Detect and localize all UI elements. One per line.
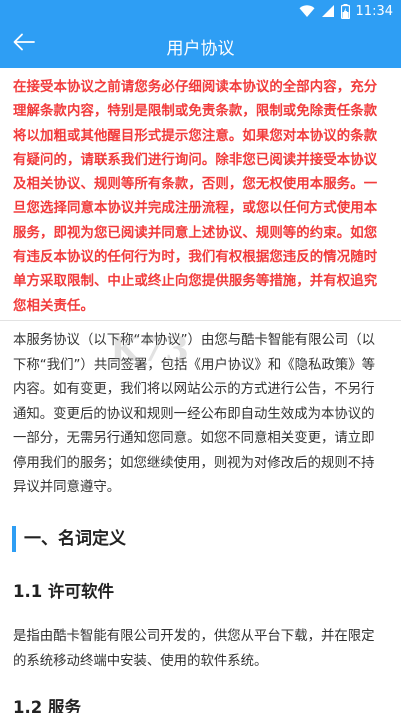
signal-icon xyxy=(321,5,334,17)
agreement-content[interactable]: 在接受本协议之前请您务必仔细阅读本协议的全部内容，充分理解条款内容，特别是限制或… xyxy=(0,68,401,713)
wifi-icon xyxy=(299,4,315,17)
subsection-paragraph: 是指由酷卡智能有限公司开发的，供您从平台下载，并在限定的系统移动终端中安装、使用… xyxy=(13,629,375,669)
intro-paragraph: 本服务协议（以下称“本协议”）由您与酷卡智能有限公司（以下称“我们”）共同签署，… xyxy=(13,333,376,495)
status-bar: 11:34 xyxy=(0,0,401,22)
battery-icon xyxy=(340,3,350,19)
subsection-heading-2: 1.2 服务 xyxy=(13,698,81,713)
warning-paragraph: 在接受本协议之前请您务必仔细阅读本协议的全部内容，充分理解条款内容，特别是限制或… xyxy=(13,80,378,314)
status-time: 11:34 xyxy=(355,3,393,19)
page-title: 用户协议 xyxy=(166,39,235,59)
status-icons: 11:34 xyxy=(299,3,393,19)
subsection-heading: 1.1 许可软件 xyxy=(13,582,114,601)
divider xyxy=(0,320,401,321)
section-heading: 一、名词定义 xyxy=(12,526,126,552)
app-bar: 用户协议 xyxy=(0,22,401,68)
